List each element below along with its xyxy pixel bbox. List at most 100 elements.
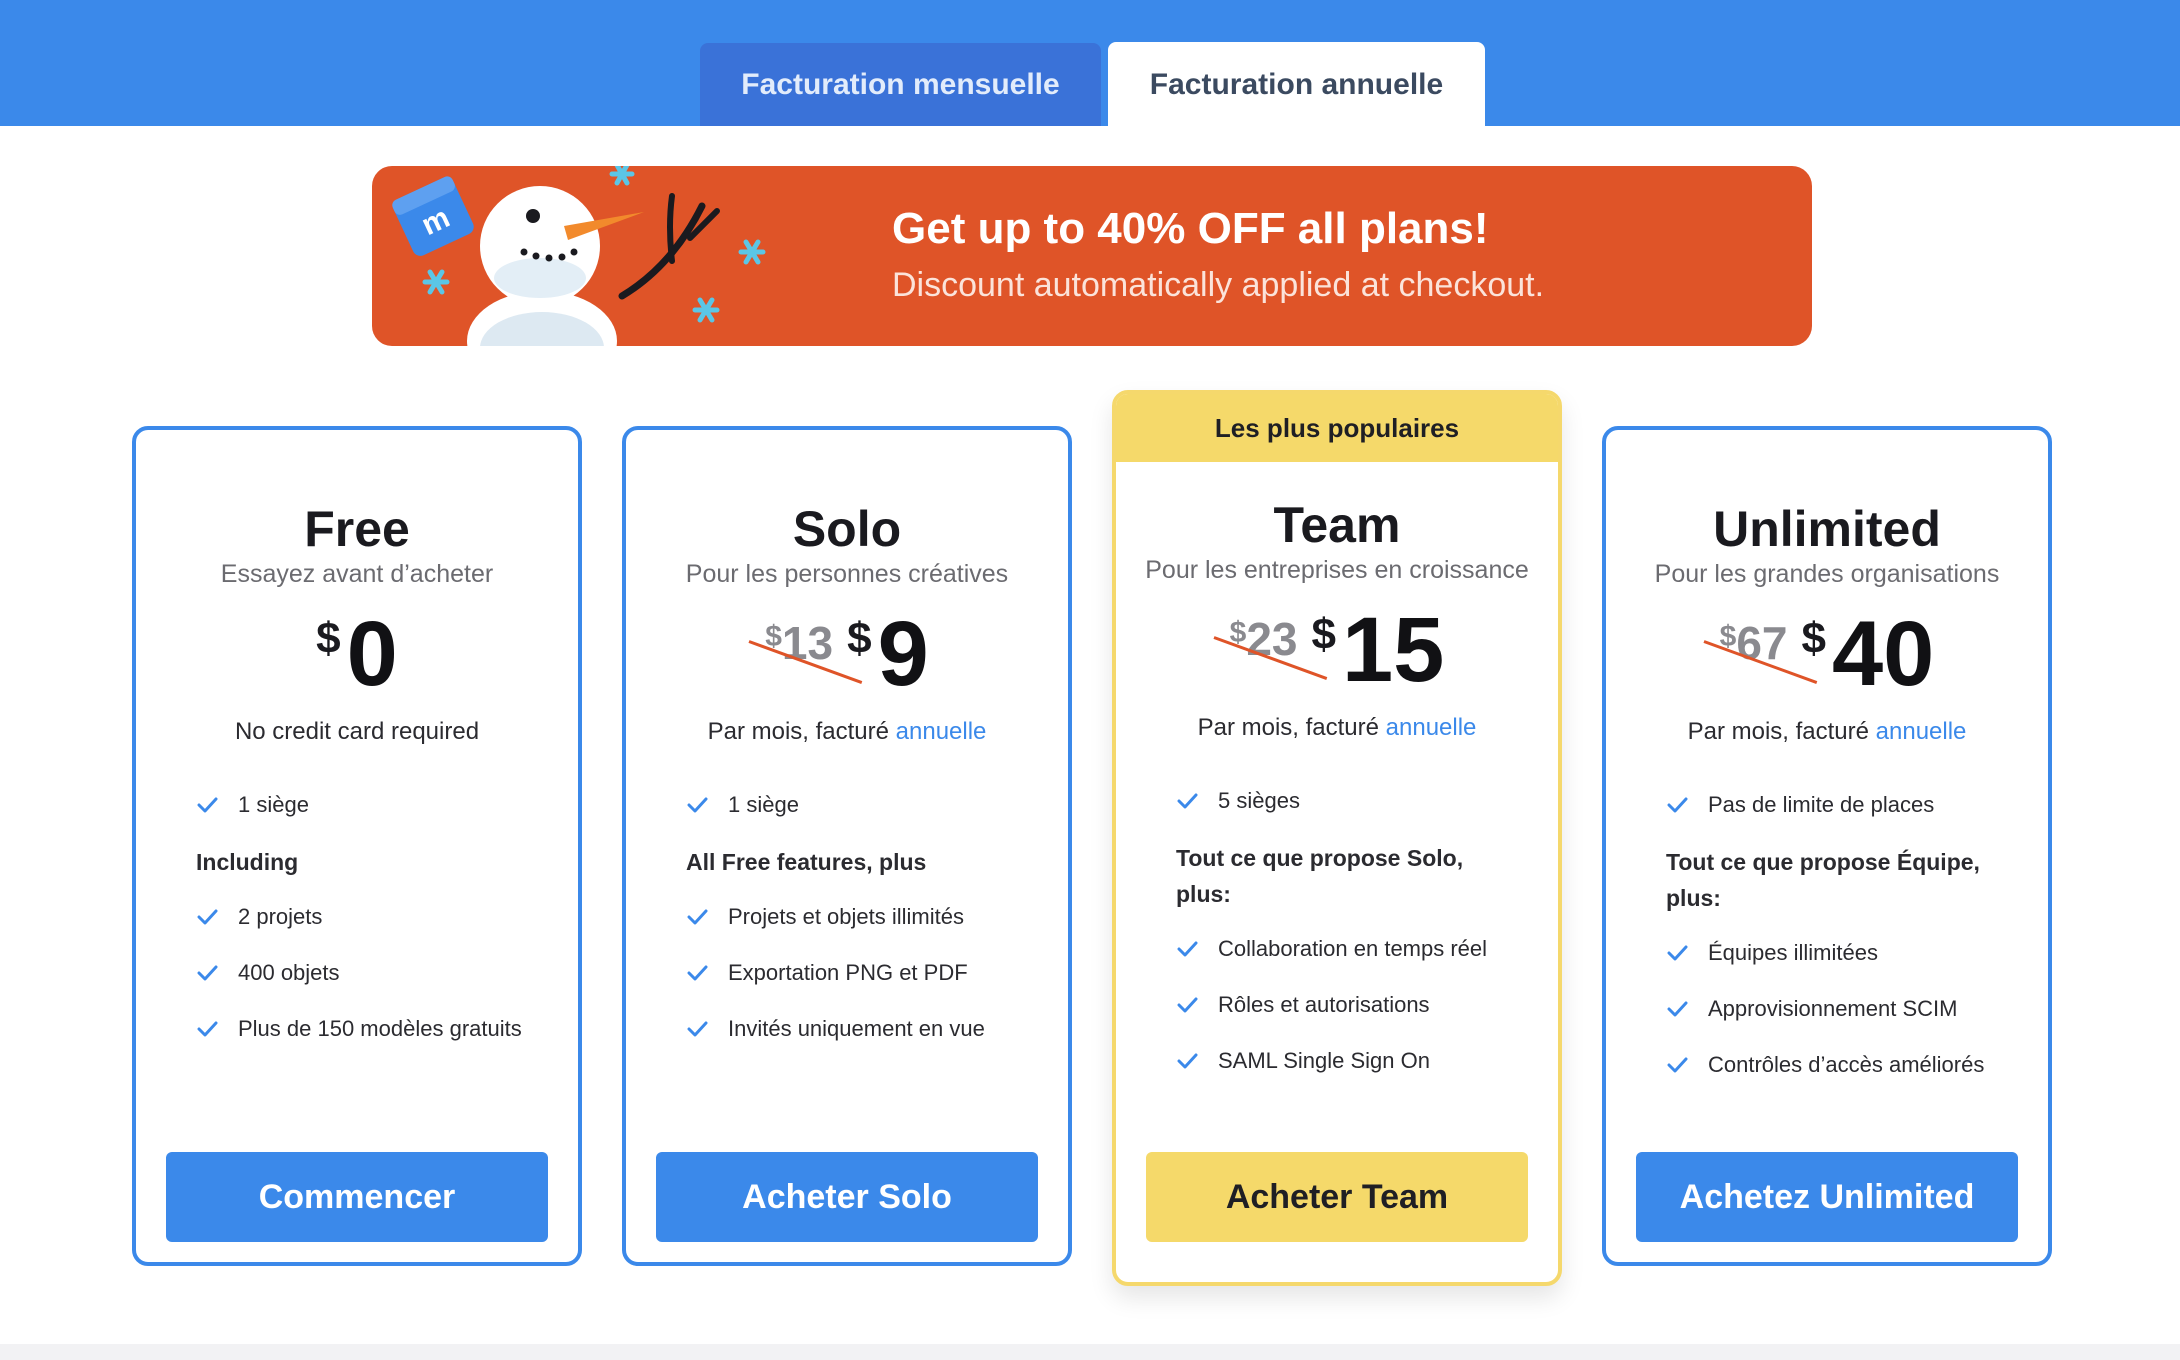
check-icon bbox=[197, 1021, 218, 1037]
check-icon bbox=[1177, 941, 1198, 957]
original-price: $13 bbox=[748, 616, 863, 684]
plan-card-unlimited: Unlimited Pour les grandes organisations… bbox=[1602, 426, 2052, 1266]
feature-label: 5 sièges bbox=[1218, 788, 1300, 813]
feature-item: SAML Single Sign On bbox=[1176, 1048, 1430, 1074]
feature-label: 1 siège bbox=[238, 792, 309, 817]
billing-note: Par mois, facturé annuelle bbox=[1116, 714, 1558, 742]
feature-label: 2 projets bbox=[238, 904, 323, 929]
price-amount: 40 bbox=[1832, 603, 1935, 705]
feature-item: Exportation PNG et PDF bbox=[686, 960, 968, 986]
feature-label: Pas de limite de places bbox=[1708, 792, 1935, 817]
currency-symbol: $ bbox=[1311, 610, 1336, 659]
tab-annual-billing[interactable]: Facturation annuelle bbox=[1108, 42, 1485, 128]
feature-section-heading: Including bbox=[196, 849, 299, 875]
promo-banner: m Get up to 40% OFF all plans! Discount … bbox=[372, 166, 1812, 346]
feature-item: Projets et objets illimités bbox=[686, 904, 964, 930]
check-icon bbox=[687, 965, 708, 981]
billing-prefix: Par mois, facturé bbox=[1687, 718, 1876, 745]
page-footer-divider bbox=[0, 1344, 2180, 1360]
feature-label: Approvisionnement SCIM bbox=[1708, 996, 1958, 1021]
check-icon bbox=[1667, 1057, 1688, 1073]
plan-card-team: Les plus populaires Team Pour les entrep… bbox=[1112, 390, 1562, 1286]
feature-section-heading: All Free features, plus bbox=[686, 849, 927, 875]
check-icon bbox=[197, 965, 218, 981]
check-icon bbox=[197, 909, 218, 925]
feature-item: Collaboration en temps réel bbox=[1176, 936, 1487, 962]
check-icon bbox=[687, 797, 708, 813]
currency-symbol: $ bbox=[1801, 614, 1826, 663]
plan-tagline: Pour les grandes organisations bbox=[1654, 560, 2000, 588]
original-price: $67 bbox=[1703, 616, 1817, 684]
billing-prefix: Par mois, facturé bbox=[1197, 714, 1386, 741]
plan-tagline: Pour les personnes créatives bbox=[685, 560, 1009, 588]
plan-card-solo: Solo Pour les personnes créatives $13 $ … bbox=[622, 426, 1072, 1266]
feature-label: Exportation PNG et PDF bbox=[728, 960, 968, 985]
plan-tagline: Essayez avant d’acheter bbox=[220, 560, 494, 588]
feature-label: 1 siège bbox=[728, 792, 799, 817]
price-amount: 0 bbox=[346, 603, 398, 705]
plan-price: $23 $ 15 bbox=[1116, 604, 1558, 704]
plan-price: $13 $ 9 bbox=[626, 608, 1068, 708]
promo-title: Get up to 40% OFF all plans! bbox=[892, 204, 1489, 253]
feature-label: Invités uniquement en vue bbox=[728, 1016, 985, 1041]
buy-team-button[interactable]: Acheter Team bbox=[1146, 1152, 1528, 1242]
feature-item: Contrôles d’accès améliorés bbox=[1666, 1052, 1984, 1078]
feature-label: 400 objets bbox=[238, 960, 340, 985]
feature-item: Pas de limite de places bbox=[1666, 792, 1934, 818]
plan-price: $ 0 bbox=[136, 608, 578, 708]
currency-symbol: $ bbox=[316, 614, 341, 663]
promo-subtitle: Discount automatically applied at checko… bbox=[892, 266, 1545, 304]
feature-section-heading: Tout ce que propose Équipe, plus: bbox=[1666, 849, 1980, 911]
check-icon bbox=[1667, 945, 1688, 961]
check-icon bbox=[1177, 997, 1198, 1013]
price-amount: 15 bbox=[1342, 599, 1445, 701]
billing-note: Par mois, facturé annuelle bbox=[1606, 718, 2048, 746]
check-icon bbox=[1667, 797, 1688, 813]
check-icon bbox=[1667, 1001, 1688, 1017]
plan-name: Team bbox=[1273, 497, 1401, 553]
feature-section-heading: Tout ce que propose Solo, plus: bbox=[1176, 845, 1464, 907]
check-icon bbox=[1177, 1053, 1198, 1069]
check-icon bbox=[687, 1021, 708, 1037]
billing-toggle-bar: Facturation mensuelle Facturation annuel… bbox=[0, 0, 2180, 128]
plan-name: Solo bbox=[792, 501, 902, 557]
commencer-button[interactable]: Commencer bbox=[166, 1152, 548, 1242]
original-price: $23 bbox=[1213, 612, 1327, 680]
feature-item: Plus de 150 modèles gratuits bbox=[196, 1016, 522, 1042]
check-icon bbox=[687, 909, 708, 925]
feature-label: SAML Single Sign On bbox=[1218, 1048, 1430, 1073]
billing-annual-link[interactable]: annuelle bbox=[1876, 718, 1967, 745]
plan-note: No credit card required bbox=[234, 718, 480, 745]
buy-solo-button[interactable]: Acheter Solo bbox=[656, 1152, 1038, 1242]
plan-card-free: Free Essayez avant d’acheter $ 0 No cred… bbox=[132, 426, 582, 1266]
feature-item: 1 siège bbox=[196, 792, 309, 818]
feature-item: Approvisionnement SCIM bbox=[1666, 996, 1957, 1022]
price-amount: 9 bbox=[877, 603, 929, 705]
feature-label: Rôles et autorisations bbox=[1218, 992, 1430, 1017]
billing-prefix: Par mois, facturé bbox=[707, 718, 896, 745]
buy-unlimited-button[interactable]: Achetez Unlimited bbox=[1636, 1152, 2018, 1242]
currency-symbol: $ bbox=[847, 614, 872, 663]
feature-label: Collaboration en temps réel bbox=[1218, 936, 1488, 961]
feature-item: Équipes illimitées bbox=[1666, 940, 1878, 966]
tab-monthly-billing[interactable]: Facturation mensuelle bbox=[700, 43, 1101, 126]
feature-item: 400 objets bbox=[196, 960, 340, 986]
check-icon bbox=[1177, 793, 1198, 809]
billing-annual-link[interactable]: annuelle bbox=[896, 718, 987, 745]
feature-label: Équipes illimitées bbox=[1708, 940, 1878, 965]
feature-item: 5 sièges bbox=[1176, 788, 1300, 814]
billing-note: Par mois, facturé annuelle bbox=[626, 718, 1068, 746]
plan-name: Free bbox=[304, 501, 410, 557]
plan-price: $67 $ 40 bbox=[1606, 608, 2048, 708]
feature-label: Projets et objets illimités bbox=[728, 904, 964, 929]
snowman-illustration: m bbox=[392, 166, 766, 346]
popular-badge: Les plus populaires bbox=[1116, 394, 1558, 462]
feature-label: Contrôles d’accès améliorés bbox=[1708, 1052, 1985, 1077]
feature-label: Plus de 150 modèles gratuits bbox=[238, 1016, 522, 1041]
check-icon bbox=[197, 797, 218, 813]
billing-annual-link[interactable]: annuelle bbox=[1386, 714, 1477, 741]
feature-item: Rôles et autorisations bbox=[1176, 992, 1430, 1018]
plan-name: Unlimited bbox=[1713, 501, 1941, 557]
feature-item: 1 siège bbox=[686, 792, 799, 818]
feature-item: 2 projets bbox=[196, 904, 322, 930]
